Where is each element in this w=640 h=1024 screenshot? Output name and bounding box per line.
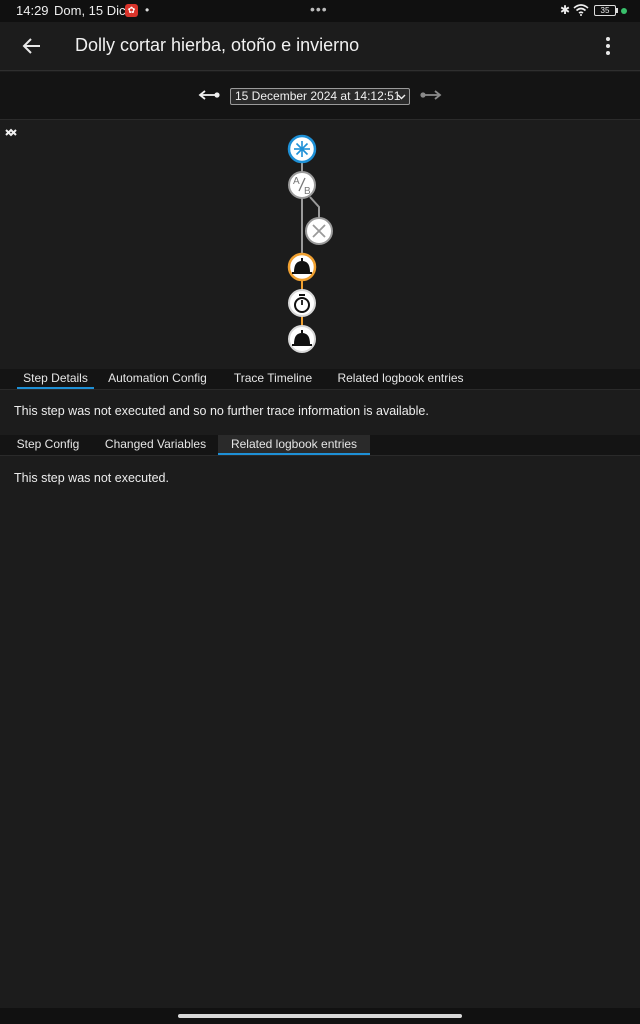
status-date: Dom, 15 Dic [54, 3, 126, 18]
logbook-message: This step was not executed. [14, 471, 169, 485]
chevron-down-icon[interactable] [0, 121, 22, 143]
tab-automation-config[interactable]: Automation Config [104, 369, 211, 389]
svg-text:B: B [304, 186, 311, 197]
chevron-down-icon [397, 94, 406, 100]
battery-tip [616, 8, 618, 13]
primary-tabs: Step Details Automation Config Trace Tim… [0, 369, 640, 389]
home-handle[interactable] [178, 1014, 462, 1018]
more-vert-icon[interactable] [596, 34, 620, 58]
overflow-dots: ••• [310, 1, 328, 17]
tab-trace-timeline[interactable]: Trace Timeline [229, 369, 317, 389]
condition-node[interactable]: A B [288, 171, 316, 199]
system-navigation-bar [0, 1008, 640, 1024]
battery-icon: 35 [594, 5, 616, 16]
delay-node[interactable] [288, 289, 316, 317]
wifi-icon [573, 4, 589, 16]
trace-navigation: 15 December 2024 at 14:12:51 [0, 72, 640, 120]
divider [0, 389, 640, 390]
trace-graph: A B [0, 121, 640, 369]
tab-related-logbook[interactable]: Related logbook entries [335, 369, 466, 389]
status-time: 14:29 [16, 3, 49, 18]
older-trace-icon[interactable] [198, 87, 220, 103]
app-bar: Dolly cortar hierba, otoño e invierno [0, 22, 640, 71]
charging-dot-icon [621, 8, 627, 14]
secondary-tabs: Step Config Changed Variables Related lo… [0, 435, 640, 455]
tab-step-config[interactable]: Step Config [14, 435, 82, 455]
tab-step-details[interactable]: Step Details [17, 369, 94, 389]
svg-text:A: A [293, 176, 300, 187]
notification-dot-icon: • [145, 3, 150, 17]
connector-condition-stop [309, 196, 320, 219]
divider [0, 455, 640, 456]
tab-changed-variables[interactable]: Changed Variables [100, 435, 211, 455]
page-title: Dolly cortar hierba, otoño e invierno [75, 35, 360, 55]
trace-select-value: 15 December 2024 at 14:12:51 [235, 89, 401, 103]
step-details-message: This step was not executed and so no fur… [14, 404, 429, 418]
back-arrow-icon[interactable] [20, 34, 44, 58]
tab-related-logbook-entries[interactable]: Related logbook entries [218, 435, 370, 455]
newer-trace-icon[interactable] [420, 87, 442, 103]
status-bar: 14:29 Dom, 15 Dic ✿ • ••• ✱ 35 [0, 0, 640, 22]
bluetooth-icon: ✱ [560, 3, 571, 17]
app-notification-icon: ✿ [125, 4, 138, 17]
service-node-2[interactable] [288, 325, 316, 353]
trigger-node[interactable] [287, 134, 317, 164]
trace-graph-canvas: A B [287, 134, 333, 353]
stop-node[interactable] [305, 217, 333, 245]
trace-select[interactable]: 15 December 2024 at 14:12:51 [230, 88, 410, 105]
service-node-1[interactable] [287, 252, 317, 282]
